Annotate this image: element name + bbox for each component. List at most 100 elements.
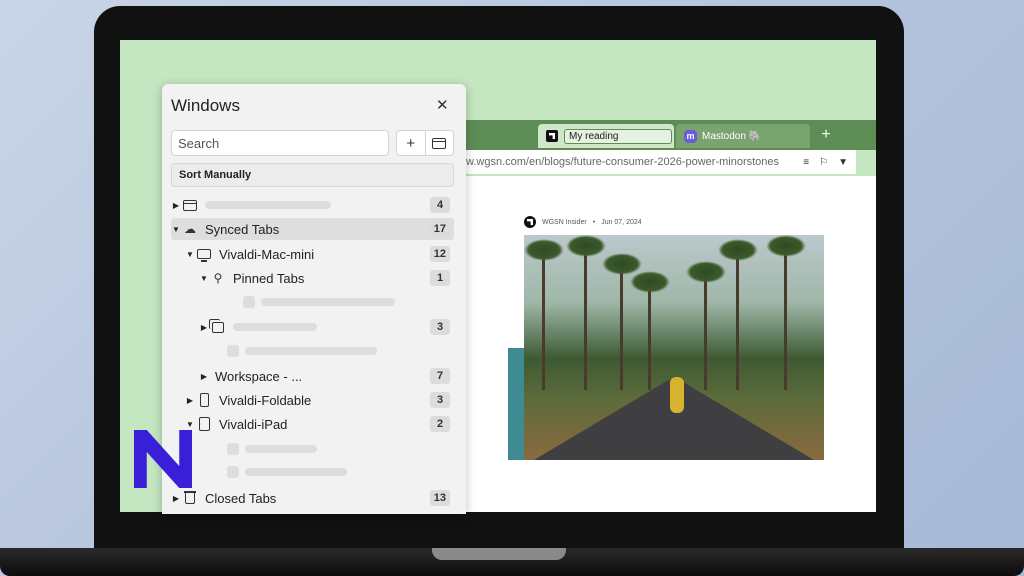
meta-separator: • bbox=[592, 218, 596, 226]
placeholder-bar bbox=[261, 298, 395, 306]
tab-item[interactable] bbox=[171, 438, 454, 460]
row-label: Pinned Tabs bbox=[233, 270, 305, 286]
pin-icon: ⚲ bbox=[213, 271, 223, 285]
count-badge: 3 bbox=[430, 319, 450, 335]
monitor-icon bbox=[197, 249, 211, 262]
tab-stack-icon bbox=[209, 318, 224, 333]
window-row[interactable]: ▶ 4 bbox=[171, 194, 454, 216]
count-badge: 17 bbox=[429, 221, 450, 237]
tab-stack-row[interactable]: ▶ 3 bbox=[171, 316, 454, 338]
laptop-notch bbox=[432, 548, 566, 560]
row-label: Vivaldi-iPad bbox=[219, 416, 288, 432]
palm-frond bbox=[766, 235, 806, 257]
palm-frond bbox=[686, 261, 726, 283]
tab-title-input[interactable]: My reading bbox=[564, 128, 672, 144]
tab-mastodon[interactable]: m Mastodon 🐘 bbox=[676, 124, 810, 148]
article-photo bbox=[524, 235, 824, 460]
count-badge: 2 bbox=[430, 416, 450, 432]
count-badge: 3 bbox=[430, 392, 450, 408]
url-text[interactable]: w.wgsn.com/en/blogs/future-consumer-2026… bbox=[466, 156, 779, 168]
tab-label: Mastodon 🐘 bbox=[702, 130, 762, 142]
palm-frond bbox=[524, 239, 564, 261]
search-input[interactable] bbox=[171, 130, 389, 156]
new-window-button[interactable] bbox=[424, 131, 454, 155]
reader-view-icon[interactable]: ≡ bbox=[803, 157, 809, 168]
chevron-down-icon[interactable]: ▼ bbox=[838, 157, 848, 168]
palm-frond bbox=[718, 239, 758, 261]
palm-trunk bbox=[584, 240, 587, 390]
window-icon bbox=[183, 199, 197, 211]
count-badge: 4 bbox=[430, 197, 450, 213]
caret-down-icon[interactable]: ▼ bbox=[185, 250, 195, 259]
count-badge: 13 bbox=[429, 490, 450, 506]
palm-trunk bbox=[620, 260, 623, 390]
palm-frond bbox=[566, 235, 606, 257]
placeholder-bar bbox=[205, 201, 331, 209]
favicon-placeholder bbox=[227, 345, 239, 357]
caret-down-icon[interactable]: ▼ bbox=[199, 274, 209, 283]
placeholder-bar bbox=[245, 468, 347, 476]
new-tab-button[interactable]: + bbox=[814, 124, 838, 148]
panel-title: Windows bbox=[171, 96, 240, 115]
synced-tabs-row[interactable]: ▼ ☁ Synced Tabs 17 bbox=[171, 218, 454, 240]
count-badge: 12 bbox=[429, 246, 450, 262]
panel-button-group: + bbox=[396, 130, 454, 156]
close-icon[interactable]: ✕ bbox=[436, 96, 449, 114]
tablet-icon bbox=[198, 417, 210, 431]
windows-panel: Windows ✕ + Sort Manually ▶ 4 ▼ ☁ Synced… bbox=[162, 84, 466, 514]
row-label: Synced Tabs bbox=[205, 221, 280, 237]
favicon-placeholder bbox=[227, 443, 239, 455]
sort-dropdown[interactable]: Sort Manually bbox=[171, 163, 454, 187]
caret-right-icon[interactable]: ▶ bbox=[199, 372, 209, 381]
caret-down-icon[interactable]: ▼ bbox=[185, 420, 195, 429]
palm-trunk bbox=[784, 240, 787, 390]
wgsn-logo-icon bbox=[524, 216, 536, 228]
caret-down-icon[interactable]: ▼ bbox=[171, 225, 181, 234]
article-meta: WGSN Insider • Jun 07, 2024 bbox=[524, 216, 642, 228]
add-window-button[interactable]: + bbox=[397, 131, 425, 155]
count-badge: 1 bbox=[430, 270, 450, 286]
phone-icon bbox=[199, 393, 209, 407]
window-icon bbox=[432, 137, 447, 149]
scooter-rider bbox=[670, 377, 684, 413]
placeholder-bar bbox=[245, 347, 377, 355]
caret-right-icon[interactable]: ▶ bbox=[171, 201, 181, 210]
tab-bar: My reading m Mastodon 🐘 + bbox=[460, 120, 876, 150]
placeholder-bar bbox=[245, 445, 317, 453]
caret-right-icon[interactable]: ▶ bbox=[171, 494, 181, 503]
tab-item[interactable] bbox=[171, 340, 454, 362]
pinned-tabs-row[interactable]: ▼ ⚲ Pinned Tabs 1 bbox=[171, 267, 454, 289]
favicon-placeholder bbox=[243, 296, 255, 308]
tab-item[interactable] bbox=[171, 461, 454, 483]
web-page: WGSN Insider • Jun 07, 2024 bbox=[460, 176, 876, 512]
palm-trunk bbox=[736, 245, 739, 390]
decorative-block bbox=[508, 348, 524, 460]
caret-right-icon[interactable]: ▶ bbox=[199, 323, 209, 332]
row-label: Closed Tabs bbox=[205, 490, 277, 506]
palm-frond bbox=[630, 271, 670, 293]
placeholder-bar bbox=[233, 323, 317, 331]
article-date: Jun 07, 2024 bbox=[601, 218, 642, 226]
address-bar[interactable]: w.wgsn.com/en/blogs/future-consumer-2026… bbox=[460, 150, 856, 174]
count-badge: 7 bbox=[430, 368, 450, 384]
palm-trunk bbox=[704, 270, 707, 390]
device-row-foldable[interactable]: ▶ Vivaldi-Foldable 3 bbox=[171, 389, 454, 411]
palm-trunk bbox=[542, 250, 545, 390]
article-source: WGSN Insider bbox=[542, 218, 587, 226]
workspace-row[interactable]: ▶ Workspace - ... 7 bbox=[171, 365, 454, 387]
row-label: Vivaldi-Foldable bbox=[219, 392, 312, 408]
device-row-ipad[interactable]: ▼ Vivaldi-iPad 2 bbox=[171, 413, 454, 435]
tab-item[interactable] bbox=[171, 291, 454, 313]
cloud-icon: ☁ bbox=[184, 222, 196, 236]
favicon-placeholder bbox=[227, 466, 239, 478]
tab-my-reading[interactable]: My reading bbox=[538, 124, 674, 148]
bookmark-icon[interactable]: ⚐ bbox=[819, 157, 828, 168]
closed-tabs-row[interactable]: ▶ Closed Tabs 13 bbox=[171, 487, 454, 509]
row-label: Vivaldi-Mac-mini bbox=[219, 246, 315, 262]
mastodon-icon: m bbox=[684, 129, 697, 143]
trash-icon bbox=[184, 491, 196, 504]
device-row-mac-mini[interactable]: ▼ Vivaldi-Mac-mini 12 bbox=[171, 243, 454, 265]
palm-trunk bbox=[648, 280, 651, 390]
newspaper-logo-icon bbox=[546, 130, 558, 142]
caret-right-icon[interactable]: ▶ bbox=[185, 396, 195, 405]
